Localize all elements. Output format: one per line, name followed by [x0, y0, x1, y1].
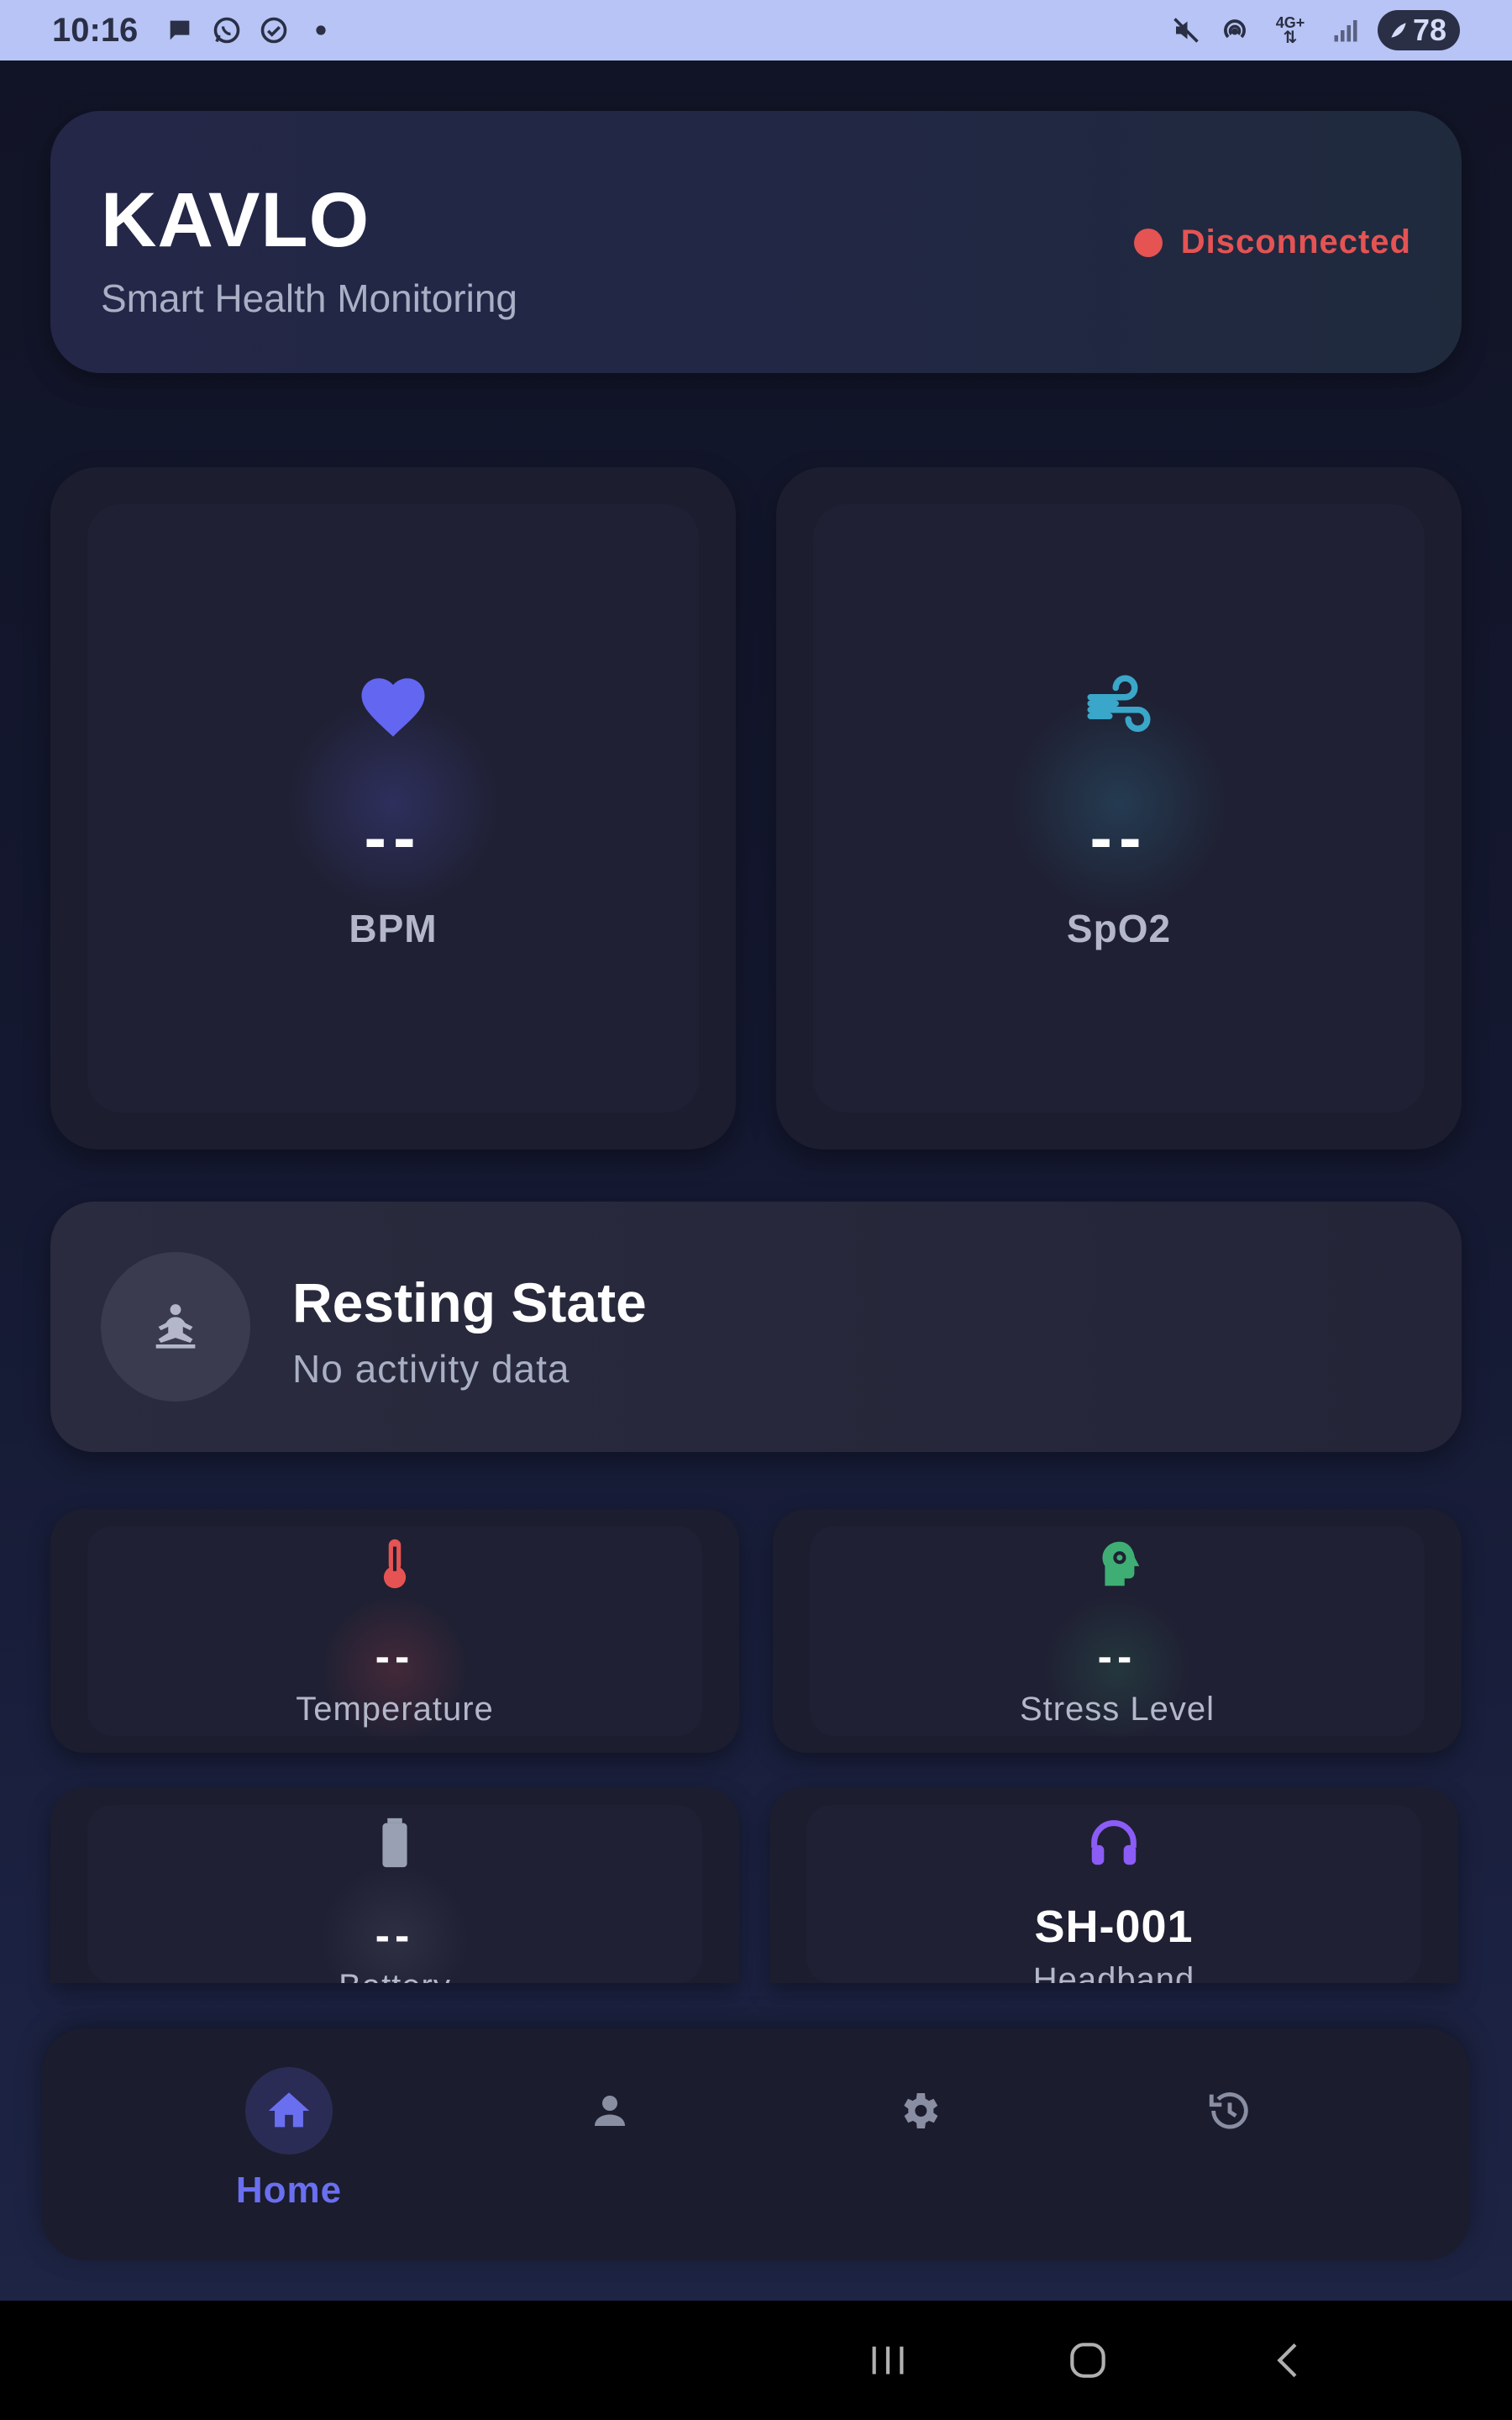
- history-icon: [1186, 2067, 1273, 2154]
- nav-settings[interactable]: [827, 2067, 1011, 2235]
- battery-level: 78: [1412, 13, 1446, 47]
- battery-label: Battery: [50, 1968, 739, 1983]
- battery-value: --: [375, 1912, 415, 1960]
- battery-icon: [382, 1818, 407, 1868]
- headband-id: SH-001: [1034, 1902, 1194, 1952]
- app-title: KAVLO: [101, 177, 370, 263]
- activity-title: Resting State: [292, 1271, 647, 1334]
- recents-icon[interactable]: [858, 2331, 917, 2390]
- activity-subtitle: No activity data: [292, 1347, 570, 1391]
- connection-status[interactable]: Disconnected: [1133, 224, 1411, 261]
- system-nav-bar: [0, 2301, 1512, 2420]
- wind-icon: [1087, 675, 1151, 732]
- bottom-nav: Home: [42, 2028, 1470, 2260]
- activity-card[interactable]: Resting State No activity data: [50, 1202, 1462, 1452]
- battery-card[interactable]: -- Battery: [50, 1788, 739, 1983]
- status-time: 10:16: [52, 11, 139, 49]
- stress-value: --: [1097, 1633, 1137, 1681]
- head-gear-icon: [1102, 1541, 1140, 1586]
- check-circle-icon: [257, 13, 291, 47]
- back-icon[interactable]: [1260, 2331, 1319, 2390]
- spo2-label: SpO2: [1066, 907, 1172, 950]
- status-dot-icon: [1133, 228, 1163, 257]
- status-bar: 10:16 4G+ ⇅ 78: [0, 0, 1512, 60]
- stress-label: Stress Level: [1019, 1691, 1215, 1728]
- home-circle-icon[interactable]: [1058, 2331, 1117, 2390]
- temperature-label: Temperature: [296, 1691, 494, 1728]
- nav-home[interactable]: Home: [197, 2067, 381, 2235]
- heart-icon: [361, 678, 425, 737]
- temperature-value: --: [375, 1633, 415, 1681]
- bpm-label: BPM: [349, 907, 438, 950]
- signal-icon: [1329, 13, 1362, 47]
- gear-icon: [875, 2067, 963, 2154]
- hotspot-icon: [1218, 13, 1252, 47]
- battery-icon: 78: [1377, 10, 1460, 50]
- app-subtitle: Smart Health Monitoring: [101, 276, 517, 320]
- spo2-value: --: [1089, 800, 1148, 875]
- stress-card[interactable]: -- Stress Level: [773, 1509, 1462, 1753]
- headphones-icon: [1091, 1820, 1137, 1865]
- mute-icon: [1169, 13, 1203, 47]
- connection-status-text: Disconnected: [1180, 224, 1411, 260]
- bpm-value: --: [364, 800, 423, 875]
- person-icon: [566, 2067, 654, 2154]
- dot-icon: [304, 13, 338, 47]
- headband-card[interactable]: SH-001 Headband: [769, 1788, 1458, 1983]
- whatsapp-icon: [210, 13, 244, 47]
- meditation-icon: [101, 1252, 250, 1402]
- data-arrows-icon: 4G+ ⇅: [1275, 14, 1305, 47]
- headband-label: Headband: [1032, 1961, 1195, 1983]
- bpm-card[interactable]: -- BPM: [50, 467, 736, 1150]
- thermometer-icon: [383, 1539, 407, 1589]
- nav-profile[interactable]: [517, 2067, 702, 2235]
- home-icon: [245, 2067, 333, 2154]
- temperature-card[interactable]: -- Temperature: [50, 1509, 739, 1753]
- spo2-card[interactable]: -- SpO2: [776, 467, 1462, 1150]
- chat-bubble-icon: [163, 13, 197, 47]
- header-card: KAVLO Smart Health Monitoring Disconnect…: [50, 111, 1462, 373]
- nav-history[interactable]: [1137, 2067, 1322, 2235]
- nav-home-label: Home: [235, 2170, 343, 2211]
